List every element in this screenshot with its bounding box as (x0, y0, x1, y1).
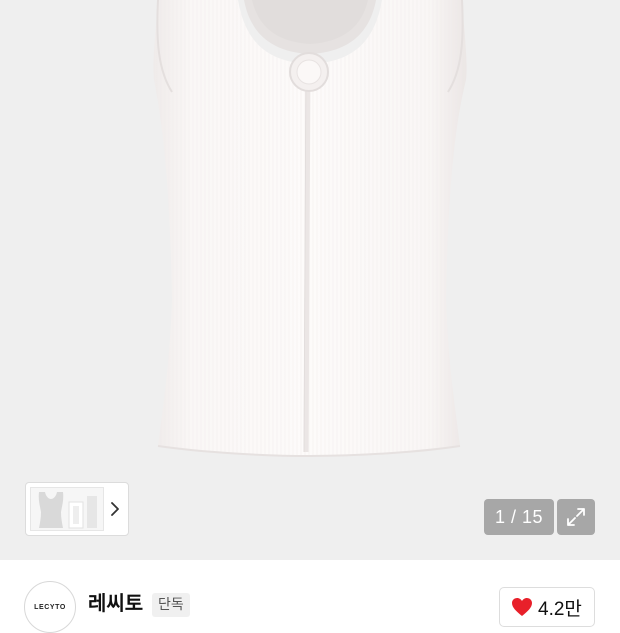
expand-arrows-icon (567, 508, 585, 526)
image-counter: 1 / 15 (484, 499, 554, 535)
thumbnail-image[interactable] (30, 487, 104, 531)
like-button[interactable]: 4.2만 (499, 587, 595, 627)
counter-separator: / (505, 506, 522, 527)
total-images: 15 (522, 506, 544, 527)
brand-name[interactable]: 레씨토 (88, 590, 143, 616)
brand-logo-text: LECYTO (34, 603, 66, 611)
product-image[interactable] (0, 0, 620, 560)
fullscreen-button[interactable] (557, 499, 595, 535)
chevron-right-icon[interactable] (108, 497, 122, 521)
exclusive-badge: 단독 (152, 593, 190, 617)
product-image-gallery[interactable]: 1 / 15 (0, 0, 620, 560)
thumbnail-strip[interactable] (25, 482, 129, 536)
current-image-index: 1 (494, 506, 506, 527)
brand-logo[interactable]: LECYTO (24, 581, 76, 633)
like-count: 4.2만 (538, 598, 582, 620)
heart-icon (512, 598, 532, 616)
